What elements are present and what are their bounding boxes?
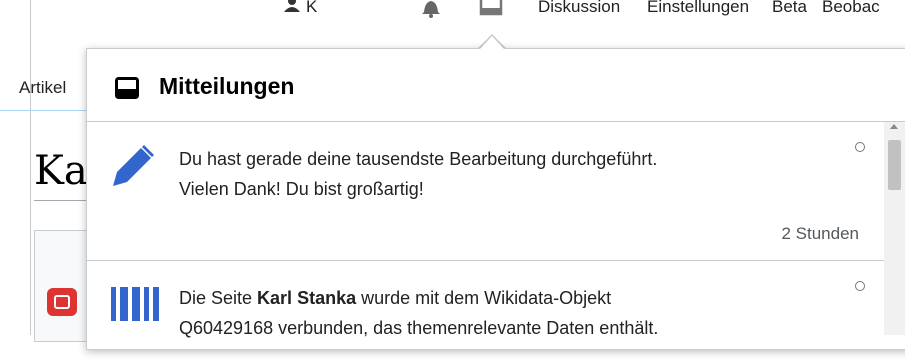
- popup-header: Mitteilungen: [87, 49, 905, 122]
- title-divider: [34, 200, 94, 201]
- tray-icon: [115, 77, 139, 99]
- scrollbar-thumb[interactable]: [888, 140, 901, 190]
- page-link[interactable]: Karl Stanka: [257, 288, 356, 308]
- mark-read-dot[interactable]: [855, 142, 865, 152]
- notification-item[interactable]: Die Seite Karl Stanka wurde mit dem Wiki…: [87, 261, 887, 361]
- scroll-up-icon[interactable]: [890, 124, 898, 129]
- notification-line-1: Du hast gerade deine tausendste Bearbeit…: [179, 149, 658, 169]
- user-name-link[interactable]: K: [306, 0, 317, 17]
- tab-divider: [0, 110, 90, 111]
- popup-caret-fill: [480, 36, 504, 49]
- notification-text: Du hast gerade deine tausendste Bearbeit…: [179, 144, 829, 204]
- page-title: Ka: [34, 148, 88, 194]
- bell-icon[interactable]: [420, 0, 442, 18]
- notification-timestamp: 2 Stunden: [781, 224, 859, 243]
- notifications-popup: Mitteilungen Du hast gerade deine tausen…: [86, 48, 905, 350]
- personal-toolbar: K Diskussion Einstellungen Beta Beobac: [0, 0, 905, 24]
- notification-line-1: Die Seite Karl Stanka wurde mit dem Wiki…: [179, 283, 829, 313]
- notification-line-2: Q60429168 verbunden, das themenrelevante…: [179, 318, 659, 338]
- notifications-tray-icon[interactable]: [478, 0, 504, 18]
- beta-link[interactable]: Beta: [772, 0, 807, 17]
- mark-read-dot[interactable]: [855, 281, 865, 291]
- page-border: [30, 0, 31, 335]
- book-icon[interactable]: [47, 288, 77, 316]
- watchlist-link[interactable]: Beobac: [822, 0, 880, 17]
- user-icon[interactable]: [283, 0, 301, 12]
- text-post: wurde mit dem Wikidata-Objekt: [356, 288, 612, 308]
- notification-text: Die Seite Karl Stanka wurde mit dem Wiki…: [179, 283, 829, 343]
- text-pre: Die Seite: [179, 288, 258, 308]
- popup-title: Mitteilungen: [159, 73, 295, 99]
- pencil-icon: [113, 145, 154, 186]
- tab-article[interactable]: Artikel: [19, 78, 66, 98]
- discussion-link[interactable]: Diskussion: [538, 0, 620, 17]
- notification-line-2: Vielen Dank! Du bist großartig!: [179, 179, 424, 199]
- wikidata-icon: [111, 287, 159, 321]
- settings-link[interactable]: Einstellungen: [647, 0, 749, 17]
- notification-item[interactable]: Du hast gerade deine tausendste Bearbeit…: [87, 122, 887, 261]
